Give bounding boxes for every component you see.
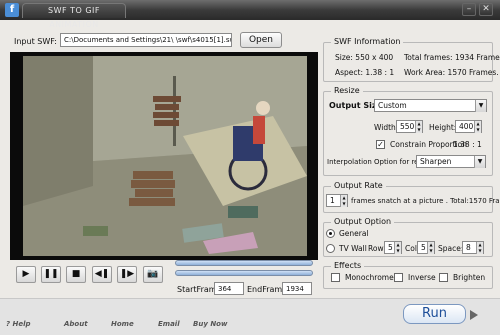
interpolation-value: Sharpen (420, 157, 452, 166)
next-frame-icon: ❚▶ (119, 269, 135, 279)
open-button[interactable]: Open (240, 32, 282, 48)
col-stepper[interactable]: 5 ▲ ▼ (417, 241, 435, 254)
col-value: 5 (421, 243, 426, 252)
swf-total-frames-value: Total frames: 1934 Frames. (404, 53, 500, 62)
stepper-arrows-icon[interactable]: ▲ ▼ (476, 242, 483, 254)
output-rate-text: frames snatch at a picture . Total:1570 … (351, 197, 500, 205)
input-swf-path-field[interactable]: C:\Documents and Settings\21\ \swf\s4015… (60, 33, 232, 47)
stepper-arrows-icon[interactable]: ▲ ▼ (474, 121, 481, 133)
swf-information-title: SWF Information (331, 37, 404, 46)
swf-work-area-value: Work Area: 1570 Frames. (404, 68, 499, 77)
play-button[interactable]: ▶ (16, 266, 36, 283)
output-option-title: Output Option (331, 217, 395, 226)
chevron-down-icon: ▼ (475, 100, 486, 112)
constrain-ratio-value: 1.38 : 1 (453, 140, 482, 149)
stepper-arrows-icon[interactable]: ▲ ▼ (427, 242, 434, 254)
camera-icon: 📷 (147, 269, 159, 279)
stop-icon: ■ (71, 269, 81, 279)
pause-button[interactable]: ❚❚ (41, 266, 61, 283)
home-link[interactable]: Home (111, 320, 134, 328)
output-size-value: Custom (378, 101, 407, 110)
stepper-arrows-icon[interactable]: ▲ ▼ (340, 195, 347, 207)
effects-title: Effects (331, 261, 365, 270)
snapshot-button[interactable]: 📷 (143, 266, 163, 283)
next-frame-button[interactable]: ❚▶ (117, 266, 137, 283)
space-stepper[interactable]: 8 ▲ ▼ (462, 241, 484, 254)
previous-frame-button[interactable]: ◀❚ (92, 266, 112, 283)
buy-now-link[interactable]: Buy Now (193, 320, 227, 328)
row-stepper[interactable]: 5 ▲ ▼ (384, 241, 402, 254)
input-swf-label: Input SWF: (14, 37, 57, 46)
run-button[interactable]: Run (403, 304, 466, 324)
output-rate-value: 1 (330, 196, 335, 205)
space-label: Space: (438, 244, 464, 253)
swf-aspect-value: Aspect: 1.38 : 1 (335, 68, 395, 77)
width-label: Width: (374, 123, 399, 132)
output-rate-title: Output Rate (331, 181, 386, 190)
height-label: Height: (429, 123, 457, 132)
stop-button[interactable]: ■ (66, 266, 86, 283)
app-window: f SWF TO GIF ANIMATION – ✕ Input SWF: C:… (0, 0, 500, 335)
minimize-button[interactable]: – (462, 3, 476, 16)
monochrome-checkbox[interactable] (331, 273, 340, 282)
width-stepper[interactable]: 550 ▲ ▼ (396, 120, 423, 133)
pause-icon: ❚❚ (43, 269, 59, 279)
bottom-bar: ? Help About Home Email Buy Now Run (0, 298, 500, 335)
play-icon: ▶ (22, 269, 30, 279)
preview-image (23, 56, 307, 256)
range-slider[interactable] (175, 270, 313, 276)
row-value: 5 (388, 243, 393, 252)
app-logo-icon: f (5, 3, 19, 17)
end-frame-field[interactable]: 1934 (282, 282, 312, 295)
height-value: 400 (459, 122, 474, 131)
preview-frame (10, 52, 318, 260)
chevron-down-icon: ▼ (474, 156, 485, 168)
monochrome-label: Monochrome (345, 273, 394, 282)
about-link[interactable]: About (64, 320, 88, 328)
general-radio[interactable] (326, 229, 335, 238)
general-label: General (339, 229, 369, 238)
tv-wall-radio[interactable] (326, 244, 335, 253)
output-size-select[interactable]: Custom ▼ (374, 99, 487, 112)
email-link[interactable]: Email (158, 320, 180, 328)
previous-frame-icon: ◀❚ (94, 269, 110, 279)
window-title: SWF TO GIF ANIMATION (22, 3, 126, 29)
inverse-label: Inverse (408, 273, 436, 282)
brighten-label: Brighten (453, 273, 486, 282)
constrain-proportion-checkbox[interactable]: ✓ (376, 140, 385, 149)
position-slider[interactable] (175, 260, 313, 266)
arrow-right-icon (470, 310, 478, 320)
interpolation-select[interactable]: Sharpen ▼ (416, 155, 486, 168)
output-rate-stepper[interactable]: 1 ▲ ▼ (326, 194, 348, 207)
tv-wall-label: TV Wall (339, 244, 367, 253)
stepper-arrows-icon[interactable]: ▲ ▼ (415, 121, 422, 133)
height-stepper[interactable]: 400 ▲ ▼ (455, 120, 482, 133)
brighten-checkbox[interactable] (439, 273, 448, 282)
start-frame-field[interactable]: 364 (214, 282, 244, 295)
inverse-checkbox[interactable] (394, 273, 403, 282)
width-value: 550 (400, 122, 415, 131)
help-link[interactable]: ? Help (6, 320, 31, 328)
stepper-arrows-icon[interactable]: ▲ ▼ (394, 242, 401, 254)
space-value: 8 (466, 243, 471, 252)
close-button[interactable]: ✕ (479, 3, 493, 16)
resize-title: Resize (331, 86, 363, 95)
swf-size-value: Size: 550 x 400 (335, 53, 394, 62)
title-bar[interactable]: f SWF TO GIF ANIMATION – ✕ (0, 0, 500, 29)
